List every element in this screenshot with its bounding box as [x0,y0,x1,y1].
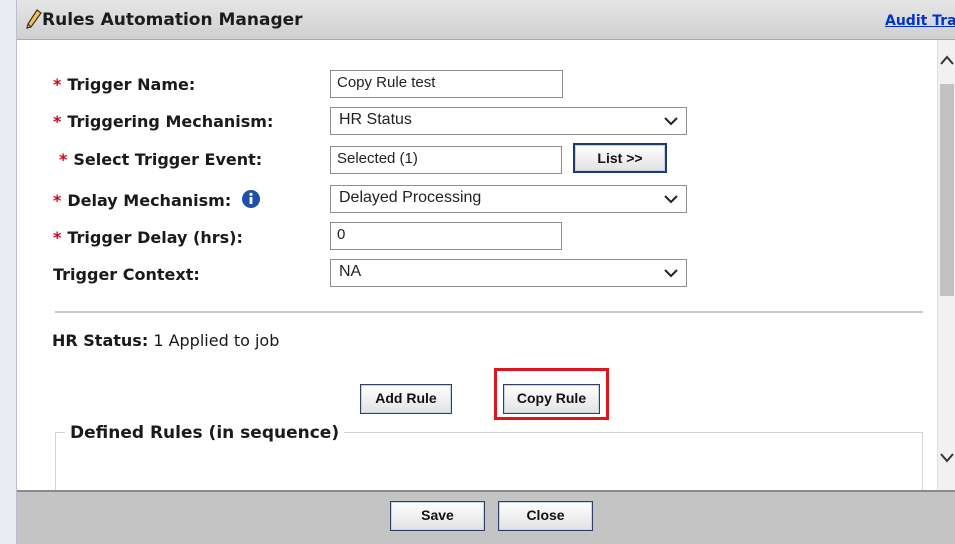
dialog-content: * Trigger Name: Copy Rule test * Triggerin… [17,40,937,490]
background-window-edge [0,0,17,544]
delay-mechanism-label: * Delay Mechanism: [53,189,261,210]
chevron-down-icon [664,195,678,204]
dialog-title: Rules Automation Manager [42,10,303,30]
select-trigger-event-label: * Select Trigger Event: [59,150,263,169]
hr-status-value: 1 Applied to job [153,331,280,350]
trigger-event-input[interactable]: Selected (1) [330,146,562,174]
scroll-down-icon[interactable] [939,452,955,464]
required-marker: * [59,150,68,169]
audit-trail-link[interactable]: Audit Trail [885,13,955,29]
trigger-context-select[interactable]: NA [330,259,687,287]
section-divider [55,311,923,313]
dialog-footer: Save Close [17,490,955,544]
triggering-mechanism-label: * Triggering Mechanism: [53,112,274,131]
delay-mechanism-select[interactable]: Delayed Processing [330,185,687,213]
hr-status-label: HR Status: [52,331,149,350]
close-button[interactable]: Close [498,501,593,531]
trigger-name-label: * Trigger Name: [53,75,196,94]
trigger-name-input[interactable]: Copy Rule test [330,70,563,98]
info-icon[interactable] [241,189,261,209]
required-marker: * [53,228,62,247]
scroll-up-icon[interactable] [939,54,955,66]
rules-automation-dialog: Rules Automation Manager Audit Trail *Tr… [17,0,955,544]
save-button[interactable]: Save [390,501,485,531]
chevron-down-icon [664,117,678,126]
copy-rule-button[interactable]: Copy Rule [503,384,600,414]
dialog-titlebar: Rules Automation Manager Audit Trail [17,0,955,40]
defined-rules-legend: Defined Rules (in sequence) [65,423,345,443]
list-button[interactable]: List >> [573,143,667,173]
triggering-mechanism-select[interactable]: HR Status [330,107,687,135]
required-marker: * [53,75,62,94]
required-marker: * [53,112,62,131]
vertical-scrollbar[interactable] [937,40,955,490]
add-rule-button[interactable]: Add Rule [360,384,452,414]
pencil-icon [26,9,42,29]
chevron-down-icon [664,269,678,278]
scroll-thumb[interactable] [940,84,954,296]
required-marker: * [53,191,62,210]
trigger-delay-label: * Trigger Delay (hrs): [53,228,243,247]
trigger-delay-input[interactable]: 0 [330,222,562,250]
trigger-context-label: Trigger Context: [53,265,200,284]
hr-status-summary: HR Status: 1 Applied to job [52,331,279,350]
